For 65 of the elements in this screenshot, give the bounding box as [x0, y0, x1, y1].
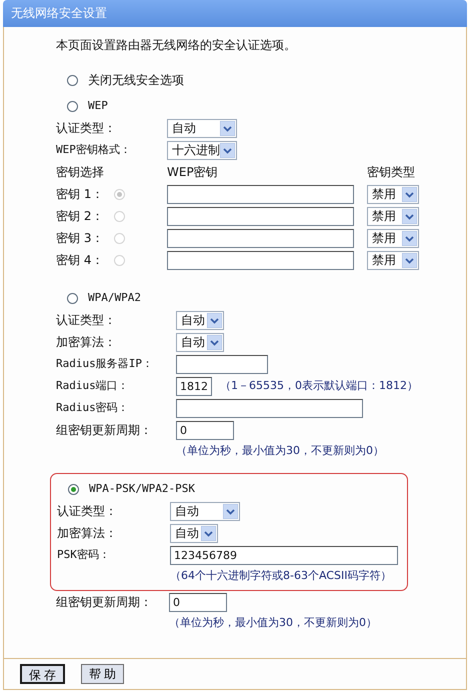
option-label: WEP: [88, 98, 108, 114]
field-label: 加密算法：: [57, 525, 118, 541]
key-label: 密钥 3：: [56, 230, 104, 246]
field-label: Radius服务器IP：: [56, 356, 154, 372]
dropdown[interactable]: 自动: [170, 502, 240, 520]
action-button[interactable]: 帮助: [81, 664, 124, 684]
field-label: WEP密钥格式：: [56, 142, 132, 158]
chevron-icon: [402, 208, 417, 224]
input-field[interactable]: 0: [176, 420, 234, 440]
chevron-icon: [207, 334, 222, 350]
dropdown[interactable]: 自动: [176, 310, 224, 330]
dropdown[interactable]: 十六进制: [167, 140, 237, 160]
input-field[interactable]: 123456789: [170, 546, 398, 564]
radio-button[interactable]: [67, 292, 78, 304]
field-label: 组密钥更新周期：: [56, 422, 153, 438]
chevron-icon: [201, 526, 216, 540]
dropdown[interactable]: 禁用: [367, 184, 419, 204]
radio-button[interactable]: [67, 100, 78, 112]
action-button[interactable]: 保存: [20, 664, 65, 684]
intro-text: 本页面设置路由器无线网络的安全认证选项。: [56, 37, 297, 53]
input-field[interactable]: [167, 206, 354, 226]
radio-button[interactable]: [67, 74, 78, 86]
column-header: 密钥类型: [367, 164, 415, 180]
chevron-icon: [223, 504, 238, 518]
column-header: 密钥选择: [56, 164, 105, 180]
option-label: WPA-PSK/WPA2-PSK: [89, 481, 195, 497]
chevron-icon: [220, 142, 235, 158]
field-label: PSK密码：: [57, 547, 111, 563]
chevron-icon: [220, 120, 235, 136]
key-label: 密钥 1：: [56, 186, 104, 202]
input-field[interactable]: [167, 250, 354, 270]
hint-text: （1－65535，0表示默认端口：1812）: [220, 378, 418, 394]
field-label: Radius密码：: [56, 400, 130, 416]
dropdown[interactable]: 自动: [176, 332, 224, 352]
hint-text: （单位为秒，最小值为30，不更新则为0）: [169, 615, 377, 631]
input-field[interactable]: 0: [169, 592, 227, 612]
input-field[interactable]: 1812: [176, 376, 212, 396]
dropdown[interactable]: 自动: [167, 118, 237, 138]
input-field[interactable]: [167, 184, 354, 204]
input-field[interactable]: [176, 398, 363, 418]
option-label: WPA/WPA2: [88, 290, 141, 306]
hint-text: （单位为秒，最小值为30，不更新则为0）: [176, 443, 384, 459]
field-label: 认证类型：: [56, 120, 117, 136]
field-label: 组密钥更新周期：: [56, 594, 153, 610]
hint-text: （64个十六进制字符或8-63个ACSII码字符）: [170, 568, 392, 584]
column-header: WEP密钥: [167, 164, 219, 180]
key-label: 密钥 2：: [56, 208, 104, 224]
dropdown[interactable]: 禁用: [367, 206, 419, 226]
chevron-icon: [402, 186, 417, 202]
input-field[interactable]: [167, 228, 354, 248]
key-label: 密钥 4：: [56, 252, 104, 268]
option-label: 关闭无线安全选项: [88, 72, 184, 88]
radio-button[interactable]: [68, 484, 79, 494]
panel-title: 无线网络安全设置: [3, 0, 467, 27]
field-label: 加密算法：: [56, 334, 117, 350]
dropdown[interactable]: 禁用: [367, 228, 419, 248]
chevron-icon: [402, 252, 417, 268]
input-field[interactable]: [176, 354, 268, 374]
dropdown[interactable]: 自动: [170, 524, 218, 542]
field-label: Radius端口：: [56, 378, 130, 394]
field-label: 认证类型：: [57, 503, 118, 519]
dropdown[interactable]: 禁用: [367, 250, 419, 270]
chevron-icon: [402, 230, 417, 246]
chevron-icon: [207, 312, 222, 328]
field-label: 认证类型：: [56, 312, 117, 328]
